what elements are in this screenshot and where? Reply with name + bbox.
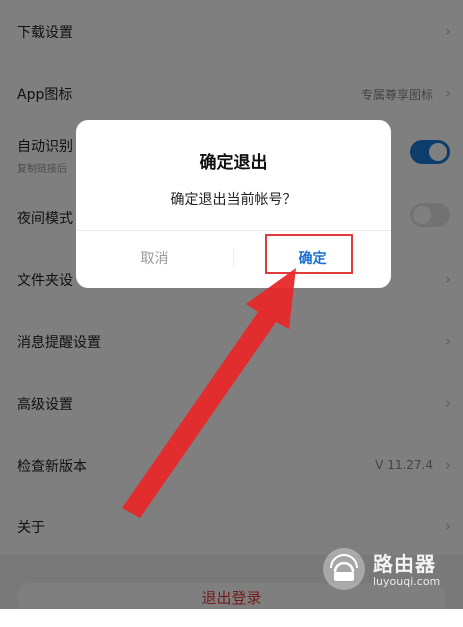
watermark-subtitle: luyouqi.com <box>373 575 441 588</box>
watermark: 路由器 luyouqi.com <box>323 546 463 594</box>
watermark-title: 路由器 <box>373 552 436 576</box>
red-pointer-arrow-icon <box>122 268 296 518</box>
router-logo-icon <box>323 548 365 590</box>
